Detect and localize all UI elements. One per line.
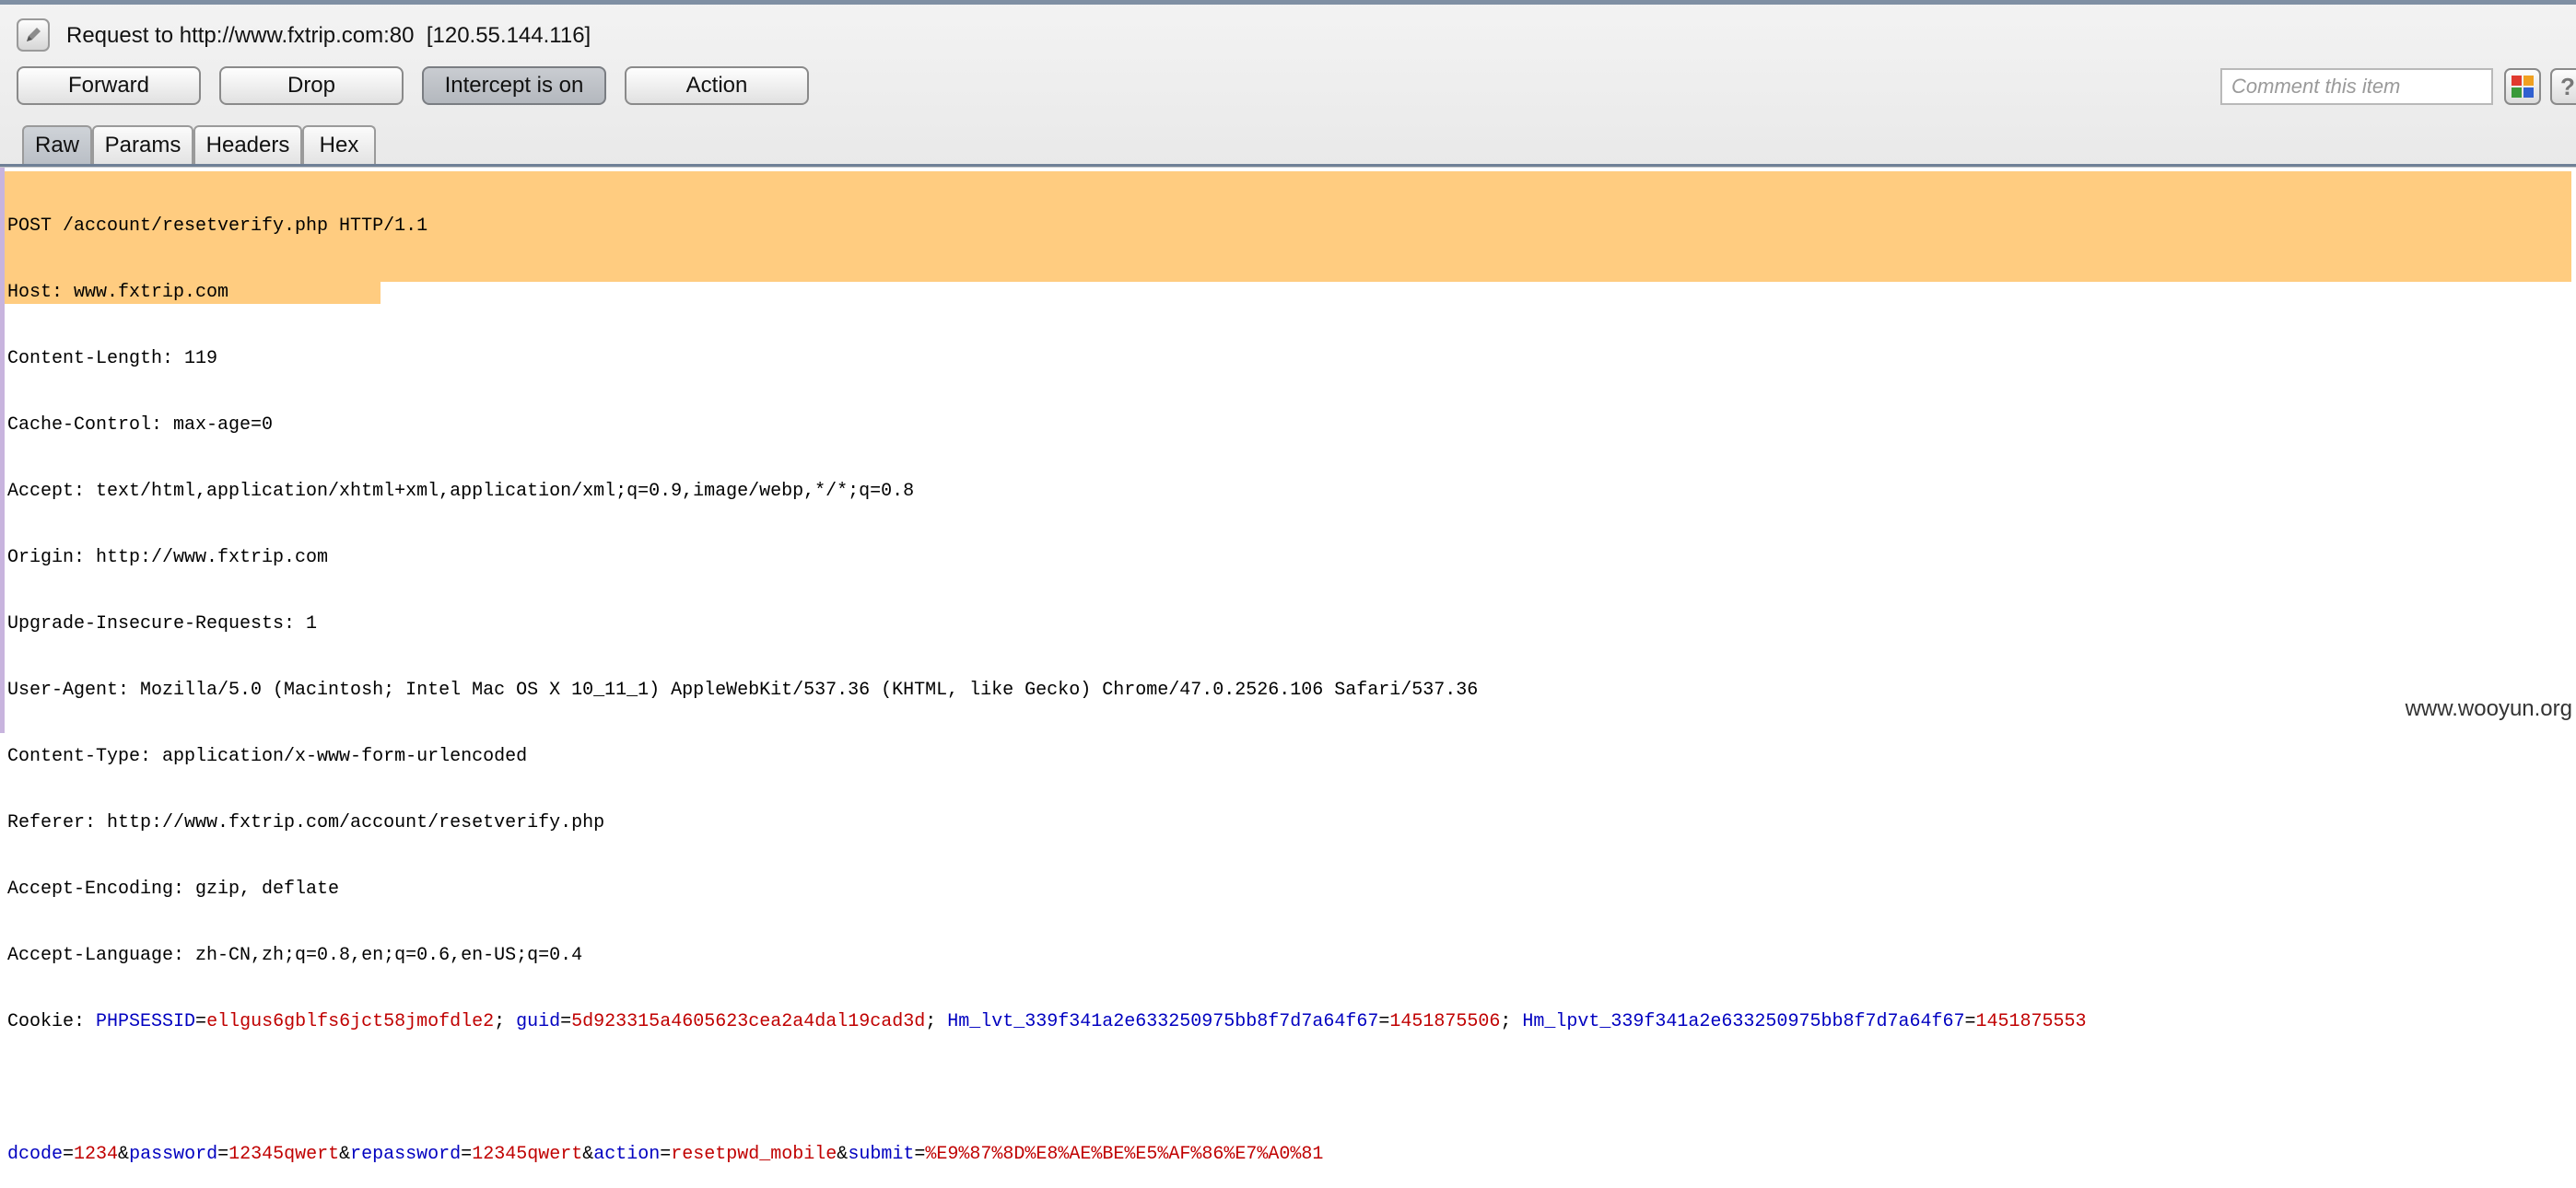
header-line: Origin: http://www.fxtrip.com (7, 547, 329, 568)
header-line: Cache-Control: max-age=0 (7, 414, 274, 436)
header-line: User-Agent: Mozilla/5.0 (Macintosh; Inte… (7, 680, 1479, 701)
tab-params[interactable]: Params (92, 125, 193, 164)
param-value: 1451875553 (1975, 1011, 2087, 1032)
request-text[interactable]: POST /account/resetverify.php HTTP/1.1 H… (7, 171, 2087, 1188)
param-value: %E9%87%8D%E8%AE%BE%E5%AF%86%E7%A0%81 (925, 1144, 1324, 1165)
request-target-label: Request to http://www.fxtrip.com:80 [120… (66, 23, 591, 48)
forward-button[interactable]: Forward (17, 66, 201, 105)
param-separator: ; (494, 1011, 517, 1032)
tab-raw[interactable]: Raw (22, 125, 92, 166)
param-key: action (593, 1144, 661, 1165)
param-separator: ; (925, 1011, 948, 1032)
param-separator: & (837, 1144, 849, 1165)
window-border (0, 0, 2576, 5)
param-value: resetpwd_mobile (671, 1144, 837, 1165)
tab-hex[interactable]: Hex (302, 125, 376, 164)
header-line: Content-Length: 119 (7, 348, 218, 369)
param-key: guid (516, 1011, 561, 1032)
action-button[interactable]: Action (625, 66, 809, 105)
drop-button[interactable]: Drop (219, 66, 404, 105)
param-value: 1451875506 (1389, 1011, 1501, 1032)
param-value: 12345qwert (472, 1144, 583, 1165)
param-separator: & (118, 1144, 130, 1165)
comment-input[interactable] (2220, 68, 2493, 105)
param-value: ellgus6gblfs6jct58jmofdle2 (206, 1011, 495, 1032)
param-key: Hm_lpvt_339f341a2e633250975bb8f7d7a64f67 (1522, 1011, 1965, 1032)
param-value: 5d923315a4605623cea2a4dal19cad3d (571, 1011, 926, 1032)
param-value: 12345qwert (228, 1144, 340, 1165)
header-line: Upgrade-Insecure-Requests: 1 (7, 613, 318, 635)
body-line: dcode=1234&password=12345qwert&repasswor… (7, 1144, 1324, 1165)
header-line: Accept-Encoding: gzip, deflate (7, 879, 340, 900)
param-separator: ; (1500, 1011, 1523, 1032)
cookie-line: Cookie: PHPSESSID=ellgus6gblfs6jct58jmof… (7, 1011, 2087, 1032)
param-key: submit (848, 1144, 915, 1165)
request-line: POST /account/resetverify.php HTTP/1.1 (7, 215, 428, 237)
message-editor-header: Request to http://www.fxtrip.com:80 [120… (0, 0, 2576, 168)
cookie-label: Cookie: (7, 1011, 97, 1032)
header-line: Referer: http://www.fxtrip.com/account/r… (7, 812, 605, 833)
help-icon[interactable]: ? (2550, 68, 2576, 105)
param-value: 1234 (74, 1144, 119, 1165)
param-key: dcode (7, 1144, 64, 1165)
header-line: Content-Type: application/x-www-form-url… (7, 746, 528, 767)
watermark: www.wooyun.org (2405, 696, 2572, 721)
color-grid-icon[interactable] (2504, 68, 2541, 105)
header-line: Host: www.fxtrip.com (7, 282, 229, 303)
tab-divider (0, 164, 2576, 167)
param-key: PHPSESSID (96, 1011, 196, 1032)
param-separator: & (339, 1144, 351, 1165)
param-separator: & (582, 1144, 594, 1165)
tab-headers[interactable]: Headers (193, 125, 302, 164)
param-key: repassword (350, 1144, 462, 1165)
intercept-toggle-button[interactable]: Intercept is on (422, 66, 606, 105)
param-key: password (129, 1144, 218, 1165)
header-line: Accept-Language: zh-CN,zh;q=0.8,en;q=0.6… (7, 945, 583, 966)
param-key: Hm_lvt_339f341a2e633250975bb8f7d7a64f67 (947, 1011, 1379, 1032)
pencil-icon[interactable] (17, 18, 50, 52)
header-line: Accept: text/html,application/xhtml+xml,… (7, 481, 915, 502)
